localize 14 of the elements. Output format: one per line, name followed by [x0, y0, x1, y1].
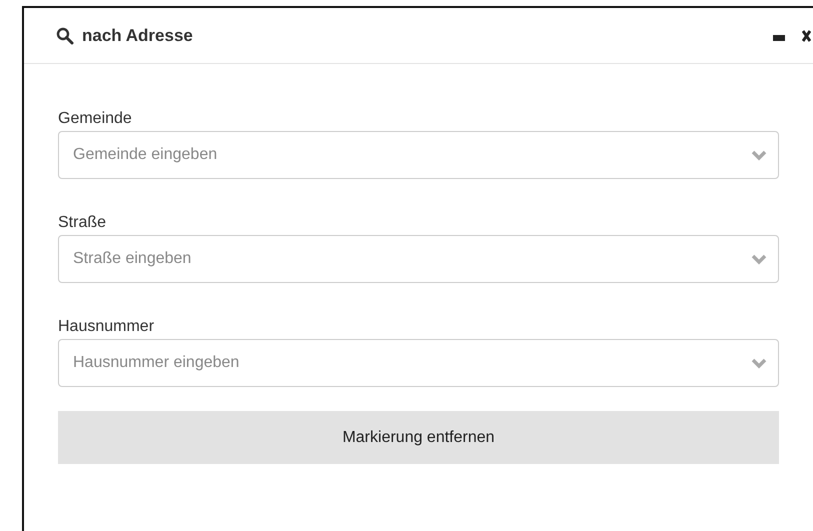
field-label: Straße: [58, 214, 108, 232]
chevron-down-icon: [751, 254, 767, 265]
remove-marker-button[interactable]: Markierung entfernen: [58, 411, 779, 464]
chevron-down-icon: [751, 150, 767, 161]
panel-title: nach Adresse: [82, 26, 193, 46]
search-icon: [56, 26, 74, 44]
field-label: Hausnummer: [58, 318, 156, 336]
field-label: Gemeinde: [58, 110, 133, 128]
chevron-down-icon: [751, 358, 767, 369]
close-icon[interactable]: [802, 30, 811, 42]
minimize-icon[interactable]: [773, 34, 785, 40]
select-field[interactable]: Straße eingeben: [58, 235, 779, 283]
select-field[interactable]: Gemeinde eingeben: [58, 131, 779, 179]
select-field[interactable]: Hausnummer eingeben: [58, 339, 779, 387]
